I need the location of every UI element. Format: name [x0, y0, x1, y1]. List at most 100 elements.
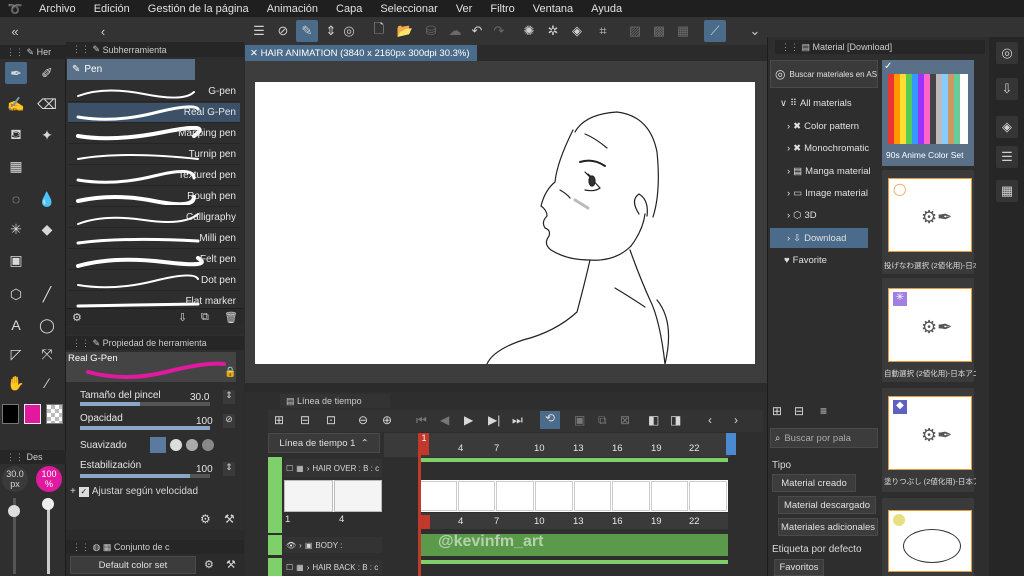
zoom-in-icon[interactable]: ⊕	[382, 413, 392, 427]
gradient-tool-icon[interactable]: ▣	[5, 249, 27, 271]
tree-favorite[interactable]: ♥ Favorite	[784, 255, 827, 266]
fill-bucket-tool-icon[interactable]: ⛾	[5, 124, 27, 146]
dropdown-chevron-icon[interactable]: ⌄	[744, 20, 766, 42]
pen-item[interactable]: Real G-Pen	[68, 103, 240, 123]
material-panel-title[interactable]: Material [Download]	[813, 42, 893, 52]
frame-cell[interactable]	[650, 481, 689, 511]
filter-additional-button[interactable]: Materiales adicionales	[778, 518, 878, 536]
opacity-settings-icon[interactable]: ⊘	[223, 414, 235, 428]
tool-settings-icon[interactable]: ⚒	[224, 512, 235, 526]
onion-skin-icon[interactable]: ◧	[648, 413, 659, 427]
menu-ver[interactable]: Ver	[447, 3, 482, 15]
drawing-canvas[interactable]	[255, 82, 755, 365]
pen-item[interactable]: Dot pen	[68, 271, 240, 291]
dock-layers-icon[interactable]: ◈	[996, 116, 1018, 138]
color-set-tool-icon[interactable]: ⚒	[226, 558, 236, 571]
snap-icon[interactable]: ⟋	[704, 20, 726, 42]
material-thumb-lasso[interactable]: ◯ ⚙✒ 投げなわ選択 (2値化用)-日本	[882, 170, 976, 274]
brush-size-stepper[interactable]: ⇕	[223, 390, 235, 404]
track-hair-over[interactable]: ☐ ▦ › HAIR OVER : B : c	[284, 459, 382, 477]
cel-assign-icon[interactable]: ⧉	[598, 413, 607, 428]
material-list-icon[interactable]: ≡	[820, 404, 827, 418]
play-icon[interactable]: ▶	[464, 413, 473, 427]
last-frame-icon[interactable]: ⏭	[512, 413, 523, 428]
collapse-left-icon[interactable]: «	[4, 20, 26, 42]
move-layer-tool-icon[interactable]: ⤧	[36, 343, 58, 365]
tag-favorites-button[interactable]: Favoritos	[774, 559, 824, 576]
delete-cel-icon[interactable]: ⊠	[620, 413, 630, 427]
eye-icon[interactable]: 👁	[286, 541, 296, 550]
tree-expand-icon[interactable]: ›	[787, 121, 790, 132]
tree-expand-icon[interactable]: ›	[787, 166, 790, 177]
material-thumb-autoselect[interactable]: ✳ ⚙✒ 自動選択 (2値化用)-日本アニ	[882, 278, 976, 382]
save-cloud-icon[interactable]: ☁	[444, 20, 466, 42]
tree-all-materials[interactable]: ∨ ⠿ All materials	[780, 98, 852, 109]
filter-created-button[interactable]: Material creado	[772, 474, 856, 492]
document-tab[interactable]: ✕ HAIR ANIMATION (3840 x 2160px 300dpi 3…	[245, 45, 477, 61]
brush-size-indicator[interactable]: 30.0 px	[2, 466, 28, 492]
sub-color-swatch[interactable]	[24, 404, 41, 424]
tree-expand-icon[interactable]: ›	[787, 143, 790, 154]
thumb-frame[interactable]	[333, 480, 382, 512]
fill-icon[interactable]: ◈	[566, 20, 588, 42]
pen-item[interactable]: Rough pen	[68, 187, 240, 207]
size-slider-handle[interactable]	[8, 505, 20, 517]
brush-tool-icon[interactable]: ✍	[5, 93, 27, 115]
track-expand-icon[interactable]: ›	[307, 464, 310, 473]
loop-icon[interactable]: ⟲	[540, 411, 560, 429]
track-expand-icon[interactable]: ›	[299, 541, 302, 550]
tree-expand-icon[interactable]: ›	[787, 233, 790, 244]
balloon-tool-icon[interactable]: ◯	[36, 314, 58, 336]
frame-cell[interactable]	[419, 481, 457, 511]
stabilization-stepper[interactable]: ⇕	[223, 462, 235, 476]
save-icon[interactable]: ⛁	[420, 20, 442, 42]
hand-tool-icon[interactable]: ✋	[5, 372, 27, 394]
ruler-tool-icon[interactable]: ◸	[5, 343, 27, 365]
opacity-slider-handle[interactable]	[42, 498, 54, 510]
pen-tool-icon[interactable]: ✒	[5, 62, 27, 84]
subtool-settings-icon[interactable]: ⚙	[72, 311, 82, 324]
subtool-import-icon[interactable]: ⇩	[178, 311, 187, 324]
eyedropper-tool-icon[interactable]: ⁄	[36, 372, 58, 394]
next-key-icon[interactable]: ›	[734, 413, 738, 427]
frame-ruler[interactable]	[384, 433, 730, 457]
new-cel-icon[interactable]: ▣	[574, 413, 585, 427]
subtool-copy-icon[interactable]: ⧉	[201, 311, 209, 324]
material-thumb-ellipse[interactable]	[882, 498, 974, 576]
3d-object-tool-icon[interactable]: ⬡	[5, 283, 27, 305]
material-folder-icon[interactable]: ⊞	[772, 404, 782, 418]
tree-expand-icon[interactable]: ›	[787, 188, 790, 199]
select-off-icon[interactable]: ▨	[624, 20, 646, 42]
material-thumb-fill[interactable]: ◆ ⚙✒ 塗りつぶし (2値化用)-日本ア	[882, 388, 976, 492]
material-search-input[interactable]: ⌕ Buscar por pala	[770, 428, 878, 448]
dock-grid-icon[interactable]: ▦	[996, 180, 1018, 202]
dock-navigator-icon[interactable]: ◎	[996, 42, 1018, 64]
canvas-resize-icon[interactable]: ⊘	[272, 20, 294, 42]
light-table-icon[interactable]: ◨	[670, 413, 681, 427]
timeline-grid-icon[interactable]: ⊟	[300, 413, 310, 427]
blend-tool-icon[interactable]: 💧	[36, 188, 58, 210]
prev-key-icon[interactable]: ‹	[708, 413, 712, 427]
dock-download-icon[interactable]: ⇩	[996, 78, 1018, 100]
wrench-settings-icon[interactable]: ⚙	[200, 512, 211, 526]
expand-plus-icon[interactable]: +	[70, 486, 76, 497]
subtool-delete-icon[interactable]: 🗑	[224, 311, 238, 324]
dock-stack-icon[interactable]: ☰	[996, 146, 1018, 168]
bucket-tool-icon[interactable]: ◆	[36, 218, 58, 240]
filter-downloaded-button[interactable]: Material descargado	[778, 496, 876, 514]
pen-item[interactable]: Mapping pen	[68, 124, 240, 144]
undo-icon[interactable]: ↶	[466, 20, 488, 42]
eraser-tool-icon[interactable]: ⌫	[36, 93, 58, 115]
frame-cell[interactable]	[689, 481, 727, 511]
track-visibility-checkbox[interactable]: ☐	[286, 464, 293, 473]
track-body[interactable]: 👁 › ▣ BODY :	[284, 537, 382, 553]
pen-item[interactable]: Textured pen	[68, 166, 240, 186]
select-clear-icon[interactable]: ▩	[648, 20, 670, 42]
smoothing-option-1[interactable]	[170, 439, 182, 451]
menu-edicion[interactable]: Edición	[85, 3, 139, 15]
color-set-dropdown[interactable]: Default color set	[70, 556, 196, 574]
new-timeline-icon[interactable]: ⊞	[274, 413, 284, 427]
magic-wand-tool-icon[interactable]: ✳	[5, 218, 27, 240]
tree-3d[interactable]: › ⬡ 3D	[787, 210, 817, 221]
pen-item[interactable]: Milli pen	[68, 229, 240, 249]
